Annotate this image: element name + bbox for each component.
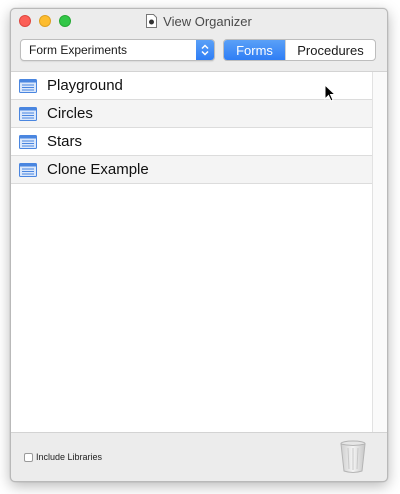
form-icon xyxy=(19,162,37,177)
chevron-updown-icon xyxy=(196,40,214,60)
project-select-value: Form Experiments xyxy=(29,43,128,57)
view-type-segmented-control: Forms Procedures xyxy=(223,39,376,61)
list-item-label: Clone Example xyxy=(47,161,149,178)
list-item[interactable]: Stars xyxy=(11,128,372,156)
toolbar: Form Experiments Forms Procedures xyxy=(20,39,376,61)
list-item-label: Circles xyxy=(47,105,93,122)
document-icon xyxy=(146,14,158,28)
include-libraries-option[interactable]: Include Libraries xyxy=(24,452,102,462)
form-icon xyxy=(19,78,37,93)
list-item[interactable]: Clone Example xyxy=(11,156,372,184)
form-icon xyxy=(19,106,37,121)
list-item-label: Playground xyxy=(47,77,123,94)
include-libraries-label: Include Libraries xyxy=(36,452,103,462)
zoom-button[interactable] xyxy=(59,15,71,27)
footer-bar: Include Libraries xyxy=(11,434,387,481)
minimize-button[interactable] xyxy=(39,15,51,27)
view-organizer-window: View Organizer Form Experiments Forms Pr… xyxy=(10,8,388,482)
list-item-label: Stars xyxy=(47,133,83,150)
view-list: Playground Circles Stars Clone Example xyxy=(11,72,372,184)
form-icon xyxy=(19,134,37,149)
mouse-pointer-icon xyxy=(324,83,337,102)
view-list-area: Playground Circles Stars Clone Example xyxy=(11,71,387,433)
include-libraries-checkbox[interactable] xyxy=(24,452,33,462)
list-item[interactable]: Circles xyxy=(11,100,372,128)
trash-icon[interactable] xyxy=(339,440,367,474)
window-title: View Organizer xyxy=(163,13,252,29)
close-button[interactable] xyxy=(19,15,31,27)
vertical-scrollbar[interactable] xyxy=(372,72,387,432)
window-controls xyxy=(19,15,71,27)
segment-forms[interactable]: Forms xyxy=(224,40,285,60)
segment-procedures[interactable]: Procedures xyxy=(285,40,375,60)
project-select[interactable]: Form Experiments xyxy=(20,39,215,61)
title-bar: View Organizer xyxy=(11,9,387,33)
list-item[interactable]: Playground xyxy=(11,72,372,100)
